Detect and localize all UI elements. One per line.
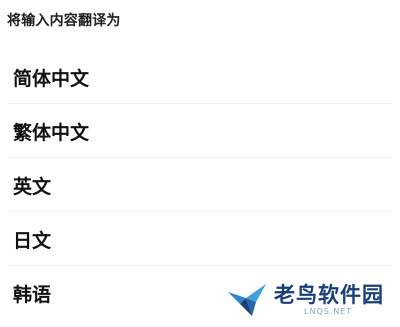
language-option-label: 繁体中文 bbox=[13, 121, 90, 144]
language-option-japanese[interactable]: 日文 bbox=[0, 212, 400, 266]
bird-logo-icon bbox=[228, 283, 266, 316]
language-option-traditional-chinese[interactable]: 繁体中文 bbox=[0, 104, 400, 158]
language-option-label: 韩语 bbox=[13, 283, 52, 306]
watermark-title: 老鸟软件园 bbox=[274, 282, 384, 307]
watermark-subtitle: LNQS.NET bbox=[304, 306, 353, 316]
page-title: 将输入内容翻译为 bbox=[7, 13, 121, 29]
site-watermark: 老鸟软件园 LNQS.NET bbox=[200, 272, 400, 327]
language-option-label: 英文 bbox=[13, 175, 52, 198]
language-option-label: 日文 bbox=[13, 229, 52, 252]
language-option-english[interactable]: 英文 bbox=[0, 158, 400, 212]
language-option-label: 简体中文 bbox=[13, 67, 90, 90]
language-option-simplified-chinese[interactable]: 简体中文 bbox=[0, 50, 400, 104]
